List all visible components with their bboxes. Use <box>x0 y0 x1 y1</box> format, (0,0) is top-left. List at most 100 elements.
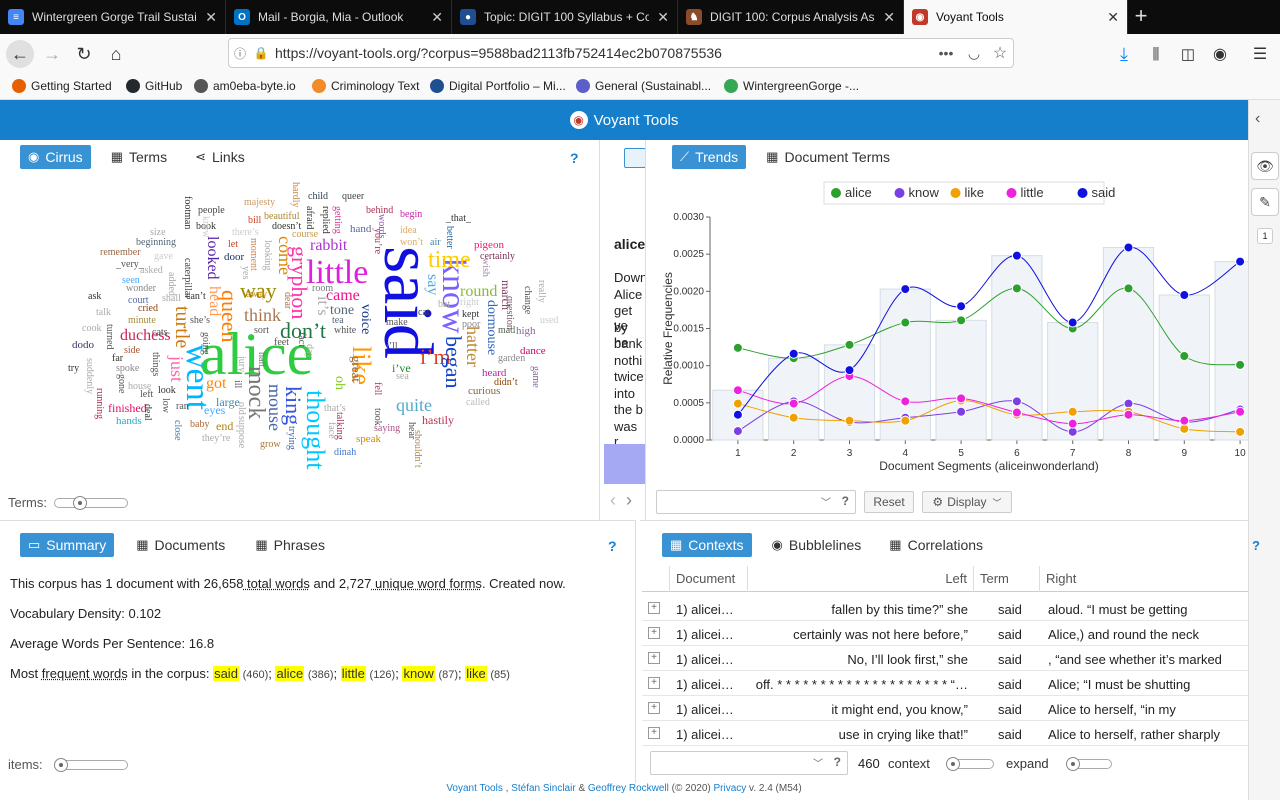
bookmark-item[interactable]: Criminology Text <box>312 79 419 93</box>
cloud-word[interactable]: spoke <box>116 364 139 374</box>
cirrus-help-icon[interactable]: ? <box>570 150 579 166</box>
browser-tab[interactable]: ≡ Wintergreen Gorge Trail Sustain ✕ <box>0 0 226 34</box>
cloud-word[interactable]: voice <box>358 304 373 334</box>
cloud-word[interactable]: they’re <box>202 434 230 444</box>
cloud-word[interactable]: finished <box>108 402 147 414</box>
eye-icon[interactable]: 👁 <box>1251 152 1279 180</box>
table-row[interactable]: +1) alicei… it might end, you know,” said A… <box>642 696 1248 721</box>
help-icon[interactable]: ? <box>834 755 841 769</box>
data-point-said[interactable] <box>788 348 799 359</box>
cloud-word[interactable]: running <box>94 388 105 419</box>
cloud-word[interactable]: getting <box>332 206 343 234</box>
close-tab-icon[interactable]: ✕ <box>657 9 669 26</box>
cloud-word[interactable]: called <box>466 398 490 408</box>
pocket-icon[interactable]: ◡ <box>961 45 987 62</box>
table-row[interactable]: +1) alicei… certainly was not here before… <box>642 621 1248 646</box>
cloud-word[interactable]: footman <box>182 196 193 229</box>
cloud-word[interactable]: minute <box>128 316 156 326</box>
cloud-word[interactable]: hear <box>406 422 417 439</box>
cloud-word[interactable]: hands <box>116 416 142 427</box>
chevron-down-icon[interactable]: ﹀ <box>821 494 831 509</box>
expand-row-icon[interactable]: + <box>648 702 660 714</box>
cloud-word[interactable]: going <box>200 332 211 355</box>
cloud-word[interactable]: day <box>304 344 315 358</box>
cloud-word[interactable]: grow <box>260 440 281 450</box>
legend-label[interactable]: like <box>965 185 985 200</box>
bookmark-item[interactable]: General (Sustainabl... <box>576 79 711 93</box>
tab-bubblelines[interactable]: ◉ Bubblelines <box>764 533 870 557</box>
bookmark-item[interactable]: GitHub <box>126 79 182 93</box>
bookmark-item[interactable]: Digital Portfolio – Mi... <box>430 79 566 93</box>
browser-tab[interactable]: ♞ DIGIT 100: Corpus Analysis Ass ✕ <box>678 0 904 34</box>
cloud-word[interactable]: gone <box>116 374 127 393</box>
browser-tab[interactable]: O Mail - Borgia, Mia - Outlook ✕ <box>226 0 452 34</box>
cloud-word[interactable]: dear <box>282 292 293 309</box>
cloud-word[interactable]: dodo <box>72 340 94 351</box>
new-tab-button[interactable]: + <box>1128 4 1154 30</box>
menu-icon[interactable]: ☰ <box>1246 40 1274 68</box>
cloud-word[interactable]: feet <box>274 338 289 348</box>
reader-segment-bar[interactable] <box>604 444 645 484</box>
cloud-word[interactable]: poor <box>462 320 480 330</box>
browser-tab[interactable]: ● Topic: DIGIT 100 Syllabus + Co ✕ <box>452 0 678 34</box>
page-actions-icon[interactable]: ••• <box>931 45 961 61</box>
cloud-word[interactable]: face <box>326 422 337 439</box>
cloud-word[interactable]: rabbit <box>310 238 347 254</box>
tab-documents[interactable]: ▦ Documents <box>128 533 233 557</box>
cloud-word[interactable]: queer <box>342 192 364 202</box>
info-icon[interactable]: ⓘ <box>229 45 251 62</box>
bookmark-star-icon[interactable]: ☆ <box>987 43 1013 63</box>
table-row[interactable]: +1) alicei… use in crying like that!” said… <box>642 721 1248 746</box>
cloud-word[interactable]: really <box>536 280 547 303</box>
cloud-word[interactable]: pigeon <box>474 240 504 251</box>
library-icon[interactable]: ⫼ <box>1142 40 1170 68</box>
download-icon[interactable]: ⤓ <box>1110 40 1138 68</box>
data-point-like[interactable] <box>732 398 743 409</box>
close-tab-icon[interactable]: ✕ <box>205 9 217 26</box>
data-point-alice[interactable] <box>732 342 743 353</box>
side-badge[interactable]: 1 <box>1257 228 1273 244</box>
home-icon[interactable]: ⌂ <box>102 40 130 68</box>
cloud-word[interactable]: dormouse <box>484 300 499 355</box>
items-slider[interactable] <box>54 758 128 772</box>
cloud-word[interactable]: change <box>522 286 533 314</box>
chevron-down-icon[interactable]: ﹀ <box>813 755 823 770</box>
cloud-word[interactable]: fell <box>372 382 383 395</box>
terms-slider[interactable] <box>54 496 128 510</box>
cloud-word[interactable]: turtle <box>171 306 193 348</box>
legend-label[interactable]: little <box>1021 185 1044 200</box>
cloud-word[interactable]: door <box>224 252 244 263</box>
close-tab-icon[interactable]: ✕ <box>431 9 443 26</box>
data-point-little[interactable] <box>1179 415 1190 426</box>
cloud-word[interactable]: trying <box>286 426 297 450</box>
cloud-word[interactable]: cried <box>138 304 158 314</box>
voyant-link[interactable]: Voyant Tools <box>446 783 503 794</box>
cloud-word[interactable]: doesn’t <box>272 222 301 232</box>
data-point-like[interactable] <box>1179 423 1190 434</box>
legend-marker[interactable] <box>1077 188 1088 198</box>
term-search-combo[interactable]: ﹀? <box>656 490 856 514</box>
cloud-word[interactable]: mouse <box>265 384 285 431</box>
cloud-word[interactable]: come <box>275 236 295 275</box>
tab-cirrus[interactable]: ◉ Cirrus <box>20 145 91 169</box>
data-point-know[interactable] <box>1067 426 1078 437</box>
cloud-word[interactable]: just <box>167 356 187 382</box>
bookmark-item[interactable]: WintergreenGorge -... <box>724 79 859 93</box>
cloud-word[interactable]: turned <box>104 324 115 350</box>
bookmark-item[interactable]: am0eba-byte.io <box>194 79 296 93</box>
cloud-word[interactable]: dinah <box>334 448 356 458</box>
cloud-word[interactable]: didn’t <box>494 378 518 388</box>
url-text[interactable]: https://voyant-tools.org/?corpus=9588bad… <box>271 45 931 61</box>
summary-help-icon[interactable]: ? <box>608 538 617 554</box>
cloud-word[interactable]: say <box>424 274 441 295</box>
rockwell-link[interactable]: Geoffrey Rockwell <box>588 783 669 794</box>
terms-slider-knob[interactable] <box>73 496 87 510</box>
data-point-little[interactable] <box>1123 409 1134 420</box>
cloud-word[interactable]: sea <box>396 372 409 382</box>
data-point-alice[interactable] <box>1011 283 1022 294</box>
cloud-word[interactable]: cat <box>418 308 430 318</box>
cloud-word[interactable]: hastily <box>422 414 454 426</box>
legend-label[interactable]: alice <box>845 185 872 200</box>
data-point-said[interactable] <box>1123 242 1134 253</box>
data-point-alice[interactable] <box>900 317 911 328</box>
